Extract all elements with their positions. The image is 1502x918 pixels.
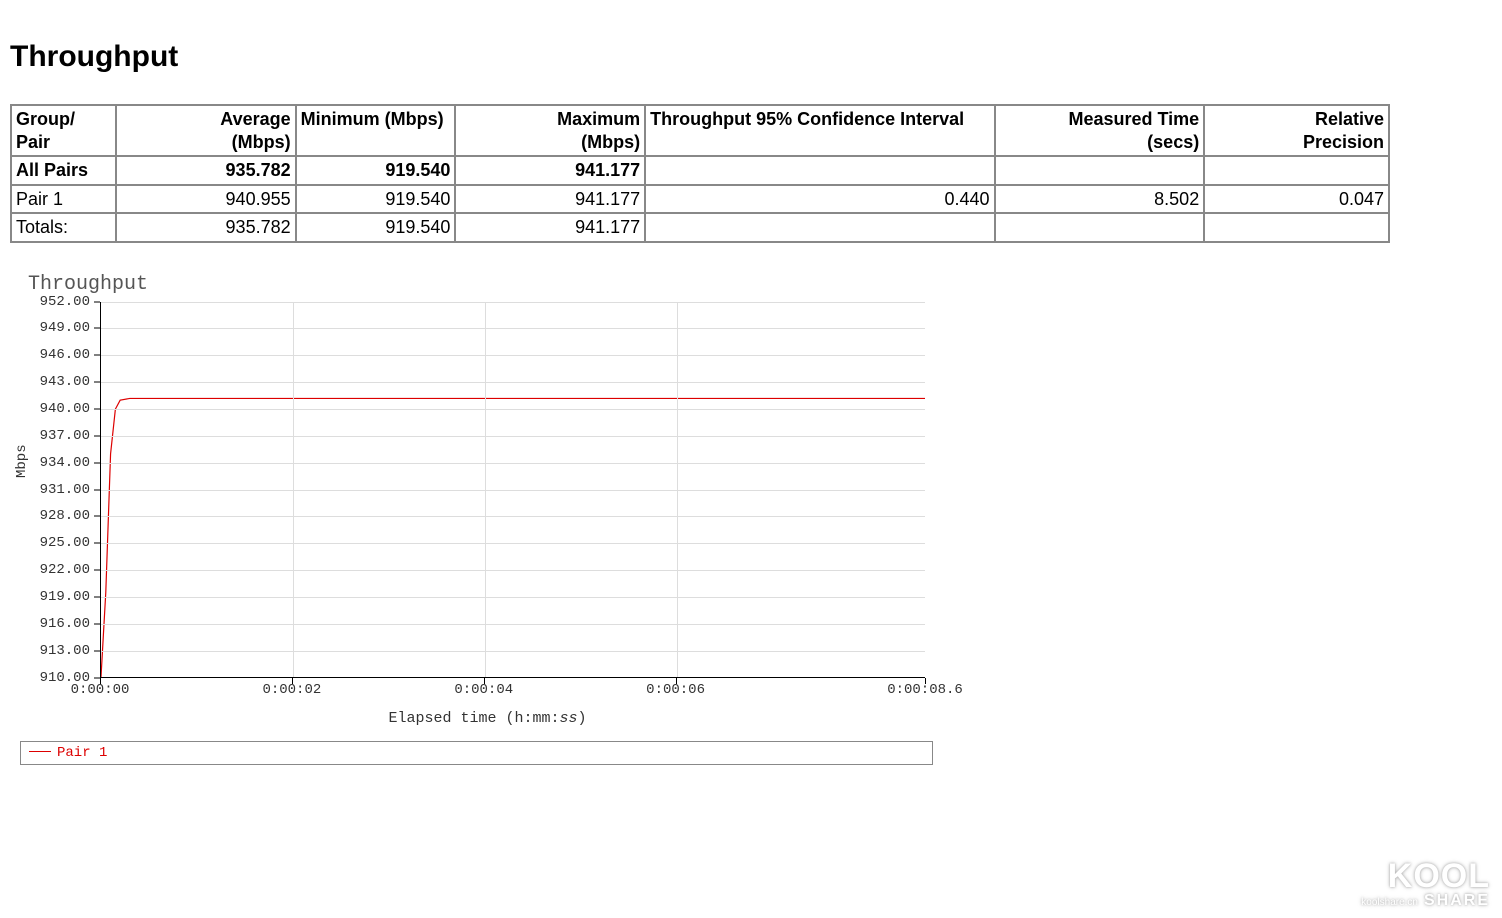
table-cell — [645, 213, 994, 242]
th-time: Measured Time (secs) — [995, 105, 1205, 156]
legend-label: Pair 1 — [57, 745, 107, 761]
gridline-h — [101, 328, 925, 329]
gridline-h — [101, 436, 925, 437]
table-cell: 935.782 — [116, 156, 296, 185]
x-axis-label: Elapsed time (h:mm:ss) — [20, 710, 955, 727]
gridline-h — [101, 516, 925, 517]
chart-title: Throughput — [28, 273, 955, 296]
y-tick-label: 925.00 — [20, 535, 90, 551]
gridline-h — [101, 543, 925, 544]
x-tick-label: 0:00:02 — [262, 682, 321, 698]
table-cell — [1204, 213, 1389, 242]
x-tick-label: 0:00:08.6 — [887, 682, 963, 698]
th-maximum: Maximum (Mbps) — [455, 105, 645, 156]
throughput-table: Group/ Pair Average (Mbps) Minimum (Mbps… — [10, 104, 1390, 243]
table-cell: 941.177 — [455, 156, 645, 185]
gridline-h — [101, 624, 925, 625]
y-tick-label: 934.00 — [20, 455, 90, 471]
table-cell: 919.540 — [296, 185, 456, 214]
y-tick-label: 922.00 — [20, 562, 90, 578]
table-cell: Totals: — [11, 213, 116, 242]
legend-line-icon — [29, 751, 51, 752]
y-tick-label: 931.00 — [20, 482, 90, 498]
table-cell: Pair 1 — [11, 185, 116, 214]
gridline-v — [485, 302, 486, 677]
gridline-h — [101, 463, 925, 464]
table-cell: 8.502 — [995, 185, 1205, 214]
y-tick-label: 928.00 — [20, 508, 90, 524]
chart-legend: Pair 1 — [20, 741, 933, 765]
y-tick-label: 937.00 — [20, 428, 90, 444]
th-precision: Relative Precision — [1204, 105, 1389, 156]
th-minimum: Minimum (Mbps) — [296, 105, 456, 156]
table-cell: All Pairs — [11, 156, 116, 185]
gridline-h — [101, 302, 925, 303]
table-cell: 935.782 — [116, 213, 296, 242]
y-tick-label: 943.00 — [20, 374, 90, 390]
table-row: Totals:935.782919.540941.177 — [11, 213, 1389, 242]
y-tick-label: 916.00 — [20, 616, 90, 632]
y-tick-label: 946.00 — [20, 347, 90, 363]
watermark: KOOL koolshare.cn SHARE — [1361, 861, 1490, 910]
th-group-pair: Group/ Pair — [11, 105, 116, 156]
watermark-line2: SHARE — [1424, 892, 1490, 909]
table-row: All Pairs935.782919.540941.177 — [11, 156, 1389, 185]
series-line-pair-1 — [101, 398, 925, 677]
th-average: Average (Mbps) — [116, 105, 296, 156]
table-cell: 941.177 — [455, 213, 645, 242]
table-cell: 0.440 — [645, 185, 994, 214]
gridline-h — [101, 409, 925, 410]
y-tick-label: 949.00 — [20, 320, 90, 336]
y-tick-label: 913.00 — [20, 643, 90, 659]
gridline-h — [101, 651, 925, 652]
gridline-v — [293, 302, 294, 677]
y-tick-label: 952.00 — [20, 294, 90, 310]
table-cell — [995, 156, 1205, 185]
table-cell — [645, 156, 994, 185]
watermark-url: koolshare.cn — [1361, 897, 1418, 908]
x-tick-label: 0:00:00 — [71, 682, 130, 698]
table-cell — [1204, 156, 1389, 185]
x-tick-label: 0:00:04 — [454, 682, 513, 698]
gridline-h — [101, 355, 925, 356]
table-header-row: Group/ Pair Average (Mbps) Minimum (Mbps… — [11, 105, 1389, 156]
watermark-line1: KOOL — [1361, 861, 1490, 892]
x-tick-label: 0:00:06 — [646, 682, 705, 698]
throughput-chart: Throughput Mbps 910.00913.00916.00919.00… — [20, 273, 955, 765]
gridline-h — [101, 570, 925, 571]
gridline-h — [101, 597, 925, 598]
gridline-h — [101, 490, 925, 491]
gridline-h — [101, 382, 925, 383]
table-cell: 941.177 — [455, 185, 645, 214]
page-title: Throughput — [10, 40, 1492, 74]
table-cell: 919.540 — [296, 213, 456, 242]
table-cell — [995, 213, 1205, 242]
table-cell: 940.955 — [116, 185, 296, 214]
table-cell: 0.047 — [1204, 185, 1389, 214]
table-cell: 919.540 — [296, 156, 456, 185]
y-tick-label: 919.00 — [20, 589, 90, 605]
gridline-v — [677, 302, 678, 677]
y-tick-label: 940.00 — [20, 401, 90, 417]
table-row: Pair 1940.955919.540941.1770.4408.5020.0… — [11, 185, 1389, 214]
th-ci: Throughput 95% Confidence Interval — [645, 105, 994, 156]
